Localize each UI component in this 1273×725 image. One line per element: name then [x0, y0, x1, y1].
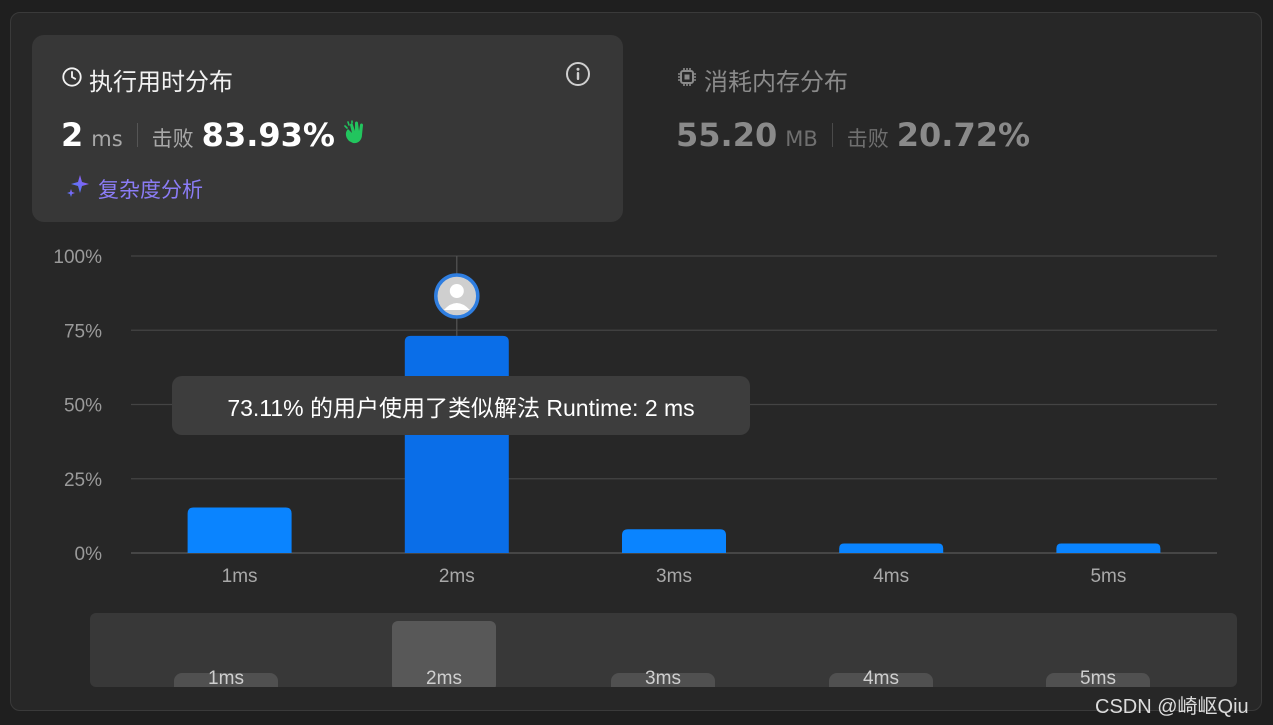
range-brush[interactable]: 1ms 2ms 3ms 4ms 5ms: [90, 613, 1237, 687]
brush-label: 2ms: [426, 668, 462, 687]
y-tick-label: 100%: [53, 247, 102, 268]
brush-label: 1ms: [208, 668, 244, 687]
x-tick-label: 4ms: [873, 566, 909, 587]
bar-4ms: [839, 543, 944, 553]
avatar-head: [449, 284, 464, 298]
y-tick-label: 50%: [64, 396, 102, 417]
y-tick-label: 25%: [64, 470, 102, 491]
watermark: CSDN @崎岖Qiu: [1095, 696, 1249, 718]
x-tick-label: 3ms: [656, 566, 692, 587]
x-tick-label: 5ms: [1090, 566, 1126, 587]
bar-1ms: [187, 507, 292, 553]
y-tick-label: 75%: [64, 321, 102, 342]
x-tick-label: 2ms: [439, 566, 475, 587]
bar-3ms: [622, 529, 726, 553]
y-tick-label: 0%: [75, 544, 103, 565]
bar-2ms: [404, 335, 509, 553]
chart-tooltip: 73.11% 的用户使用了类似解法 Runtime: 2 ms: [172, 376, 750, 435]
brush-label: 5ms: [1080, 668, 1116, 687]
runtime-bar-chart[interactable]: 0% 25% 50% 75% 100% 1ms 2ms 3ms 4ms 5ms: [0, 0, 1273, 600]
bar-5ms: [1056, 543, 1161, 553]
brush-label: 3ms: [645, 668, 681, 687]
brush-label: 4ms: [863, 668, 899, 687]
x-tick-label: 1ms: [222, 566, 258, 587]
